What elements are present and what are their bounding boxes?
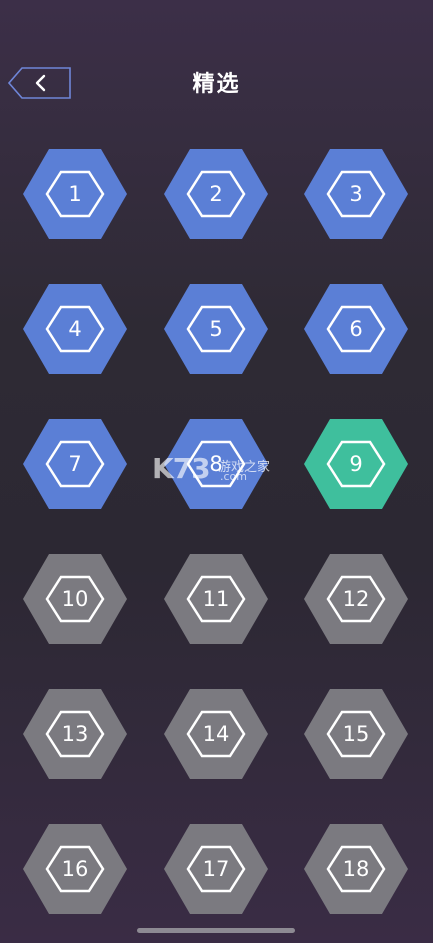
level-hex-8[interactable]: 8 <box>164 419 268 509</box>
level-hex-16[interactable]: 16 <box>23 824 127 914</box>
level-number: 15 <box>342 722 370 746</box>
level-hex-4[interactable]: 4 <box>23 284 127 374</box>
level-number: 9 <box>349 452 363 476</box>
level-hex-15[interactable]: 15 <box>304 689 408 779</box>
level-hex-3[interactable]: 3 <box>304 149 408 239</box>
level-number: 7 <box>68 452 82 476</box>
level-number: 8 <box>209 452 223 476</box>
level-number: 2 <box>209 182 223 206</box>
level-number: 16 <box>61 857 89 881</box>
level-hex-10[interactable]: 10 <box>23 554 127 644</box>
level-hex-5[interactable]: 5 <box>164 284 268 374</box>
level-hex-14[interactable]: 14 <box>164 689 268 779</box>
level-number: 13 <box>61 722 89 746</box>
level-number: 10 <box>61 587 89 611</box>
level-hex-2[interactable]: 2 <box>164 149 268 239</box>
level-number: 11 <box>202 587 230 611</box>
level-hex-1[interactable]: 1 <box>23 149 127 239</box>
level-grid: 1 2 3 4 5 6 7 8 9 10 11 12 13 14 15 16 1… <box>0 0 433 943</box>
level-hex-18[interactable]: 18 <box>304 824 408 914</box>
level-hex-11[interactable]: 11 <box>164 554 268 644</box>
level-number: 12 <box>342 587 370 611</box>
level-number: 14 <box>202 722 230 746</box>
level-number: 18 <box>342 857 370 881</box>
level-hex-6[interactable]: 6 <box>304 284 408 374</box>
level-number: 6 <box>349 317 363 341</box>
level-number: 4 <box>68 317 82 341</box>
level-number: 1 <box>68 182 82 206</box>
level-number: 3 <box>349 182 363 206</box>
level-hex-17[interactable]: 17 <box>164 824 268 914</box>
level-hex-12[interactable]: 12 <box>304 554 408 644</box>
level-hex-7[interactable]: 7 <box>23 419 127 509</box>
level-hex-13[interactable]: 13 <box>23 689 127 779</box>
home-indicator[interactable] <box>137 928 295 933</box>
level-number: 5 <box>209 317 223 341</box>
level-number: 17 <box>202 857 230 881</box>
level-hex-9[interactable]: 9 <box>304 419 408 509</box>
